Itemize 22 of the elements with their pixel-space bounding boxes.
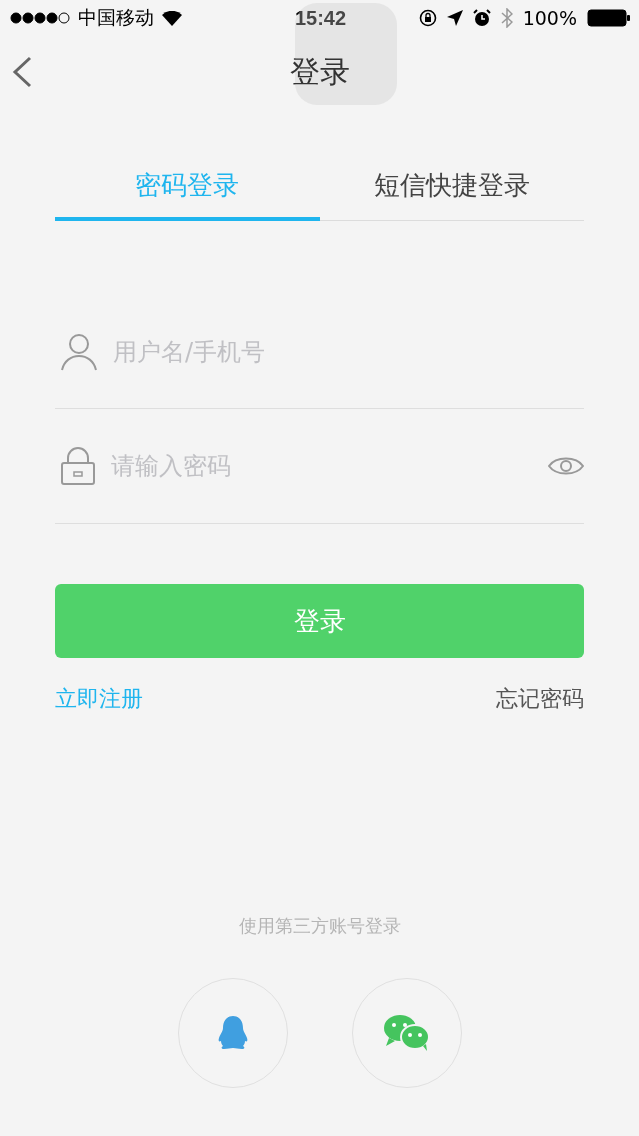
signal-icon <box>10 12 70 24</box>
battery-icon <box>587 9 631 27</box>
back-icon[interactable] <box>12 56 32 88</box>
battery-percentage: 100% <box>522 7 577 29</box>
clock-time: 15:42 <box>294 6 347 30</box>
third-party-caption: 使用第三方账号登录 <box>237 914 402 938</box>
chat-bubbles-icon <box>382 1014 431 1052</box>
person-icon <box>61 332 97 371</box>
bluetooth-icon <box>500 8 513 28</box>
login-tab[interactable]: 密码登录 <box>55 158 320 221</box>
register-link[interactable]: 立即注册 <box>55 684 143 714</box>
login-button[interactable]: 登录 <box>55 584 584 658</box>
location-arrow-icon <box>446 10 463 26</box>
alarm-clock-icon <box>472 9 491 27</box>
rotation-lock-icon <box>418 9 437 27</box>
carrier-name: 中国移动 <box>78 5 154 30</box>
page-title: 登录 <box>289 52 350 91</box>
wifi-icon <box>162 10 182 26</box>
lock-icon <box>61 447 95 485</box>
login-tab[interactable]: 短信快捷登录 <box>319 158 584 221</box>
forgot-password-link[interactable]: 忘记密码 <box>496 684 584 714</box>
eye-icon[interactable] <box>548 455 584 477</box>
